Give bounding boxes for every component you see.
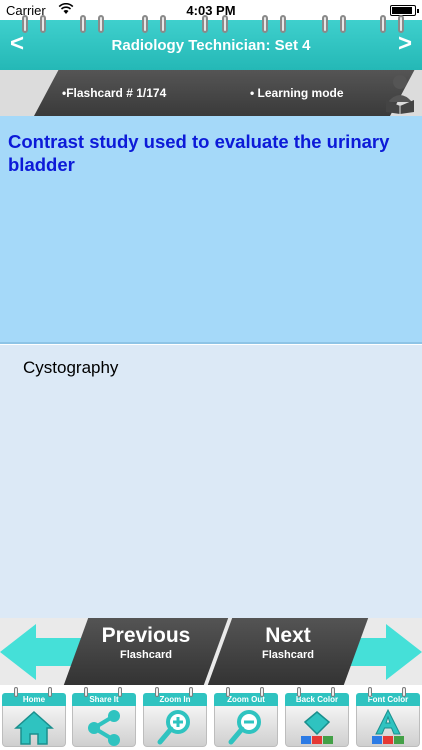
back-color-button[interactable]: Back Color <box>285 687 349 749</box>
flashcard-counter: •Flashcard # 1/174 <box>62 86 167 100</box>
font-color-icon <box>372 708 404 744</box>
next-label: Next <box>265 624 311 647</box>
answer-panel: Cystography <box>0 345 422 618</box>
paint-bucket-icon <box>301 711 333 744</box>
page-title: Radiology Technician: Set 4 <box>111 37 311 54</box>
question-panel: Contrast study used to evaluate the urin… <box>0 116 422 344</box>
zoom-in-button[interactable]: Zoom In <box>143 687 207 749</box>
info-bar: •Flashcard # 1/174 • Learning mode <box>0 70 422 116</box>
mode-label: • Learning mode <box>250 86 344 100</box>
bottom-toolbar: Home Share It Zoom In Zoom Out Back Colo… <box>0 685 422 750</box>
answer-text: Cystography <box>23 358 119 377</box>
question-text: Contrast study used to evaluate the urin… <box>8 131 390 175</box>
home-button[interactable]: Home <box>2 687 66 749</box>
next-sublabel: Flashcard <box>262 649 314 661</box>
home-icon <box>14 710 54 745</box>
spiral-binding <box>0 15 422 35</box>
previous-label: Previous <box>101 624 191 647</box>
share-button[interactable]: Share It <box>72 687 136 749</box>
zoom-in-icon <box>157 710 190 745</box>
previous-flashcard-button[interactable]: Previous Flashcard <box>63 618 229 685</box>
next-flashcard-button[interactable]: Next Flashcard <box>207 618 369 685</box>
zoom-out-icon <box>228 710 261 745</box>
font-color-button[interactable]: Font Color <box>356 687 420 749</box>
previous-sublabel: Flashcard <box>120 649 172 661</box>
navigation-bar: Previous Flashcard Next Flashcard <box>0 618 422 685</box>
zoom-out-button[interactable]: Zoom Out <box>214 687 278 749</box>
reader-icon <box>386 75 414 114</box>
share-icon <box>88 710 120 746</box>
